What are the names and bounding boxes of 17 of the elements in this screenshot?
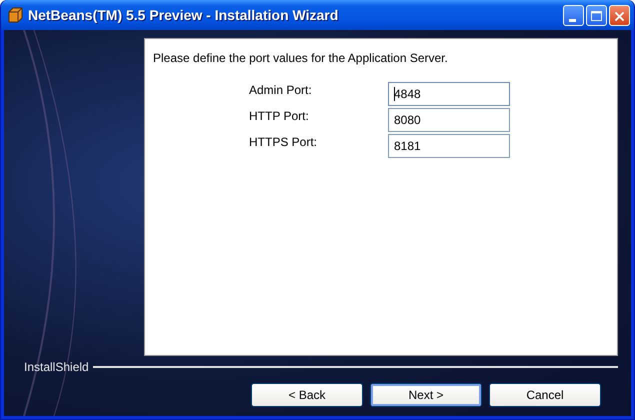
wizard-button[interactable]: Next >: [370, 383, 482, 407]
field-label: HTTP Port:: [249, 108, 310, 123]
maximize-button[interactable]: [586, 4, 607, 26]
minimize-icon: [569, 18, 576, 22]
port-field[interactable]: 8181: [388, 134, 510, 158]
wizard-button[interactable]: Cancel: [489, 383, 601, 407]
wizard-button[interactable]: < Back: [251, 383, 363, 407]
box-icon: [7, 7, 23, 23]
port-field[interactable]: 4848: [388, 82, 510, 106]
instruction-text: Please define the port values for the Application Server.: [153, 51, 449, 65]
installshield-label: InstallShield: [24, 360, 89, 374]
window-title: NetBeans(TM) 5.5 Preview - Installation Wizard: [28, 7, 340, 23]
close-button[interactable]: [609, 4, 630, 26]
minimize-button[interactable]: [563, 4, 584, 26]
field-label: HTTPS Port:: [249, 134, 318, 149]
port-field[interactable]: 8080: [388, 108, 510, 132]
field-label: Admin Port:: [249, 82, 313, 97]
